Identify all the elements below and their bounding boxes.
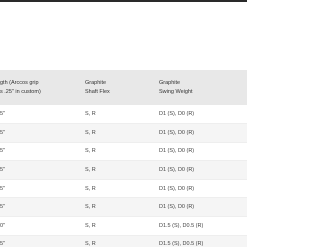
cell-length: 5" (0, 111, 6, 118)
cell-shaft-flex: S, R (85, 148, 96, 155)
cell-swing-weight: D1.5 (S), D0.5 (R) (159, 241, 204, 247)
cell-shaft-flex: S, R (85, 111, 96, 118)
cell-shaft-flex: S, R (85, 204, 96, 211)
header-shaft-flex-line2: Shaft Flex (85, 88, 110, 95)
cell-length: 5" (0, 129, 6, 136)
cell-swing-weight: D1.5 (S), D0.5 (R) (159, 222, 204, 229)
cell-length: 5" (0, 204, 6, 211)
cell-swing-weight: D1 (S), D0 (R) (159, 185, 195, 192)
header-swing-weight-line1: Graphite (159, 79, 181, 86)
top-border (0, 0, 247, 2)
header-length: gth (Arccos grip s .25" in custom) (0, 70, 85, 105)
header-shaft-flex: Graphite Shaft Flex (85, 70, 159, 105)
cell-shaft-flex: S, R (85, 185, 96, 192)
table-header-row: gth (Arccos grip s .25" in custom) Graph… (0, 70, 247, 105)
header-swing-weight: Graphite Swing Weight (159, 70, 247, 105)
table-row: 5" S, R D1 (S), D0 (R) (0, 123, 247, 143)
cell-length: 5" (0, 185, 6, 192)
cell-length: 5" (0, 148, 6, 155)
table-row: 5" S, R D1 (S), D0 (R) (0, 105, 247, 124)
cell-swing-weight: D1 (S), D0 (R) (159, 129, 195, 136)
cell-length: 5" (0, 241, 6, 247)
cell-length: 5" (0, 167, 6, 174)
table-row: 5" S, R D1.5 (S), D0.5 (R) (0, 235, 247, 247)
cell-swing-weight: D1 (S), D0 (R) (159, 204, 195, 211)
header-length-line2: s .25" in custom) (0, 88, 41, 95)
header-shaft-flex-line1: Graphite (85, 79, 107, 86)
cell-shaft-flex: S, R (85, 222, 96, 229)
cell-swing-weight: D1 (S), D0 (R) (159, 148, 195, 155)
table-row: 0" S, R D1.5 (S), D0.5 (R) (0, 217, 247, 236)
table-row: 5" S, R D1 (S), D0 (R) (0, 160, 247, 180)
cell-length: 0" (0, 222, 6, 229)
table-row: 5" S, R D1 (S), D0 (R) (0, 179, 247, 198)
header-length-line1: gth (Arccos grip (0, 79, 39, 86)
cell-shaft-flex: S, R (85, 167, 96, 174)
cell-swing-weight: D1 (S), D0 (R) (159, 167, 195, 174)
specs-table: gth (Arccos grip s .25" in custom) Graph… (0, 70, 247, 247)
table-row: 5" S, R D1 (S), D0 (R) (0, 197, 247, 217)
header-swing-weight-line2: Swing Weight (159, 88, 193, 95)
cell-swing-weight: D1 (S), D0 (R) (159, 111, 195, 118)
cell-shaft-flex: S, R (85, 241, 96, 247)
page: gth (Arccos grip s .25" in custom) Graph… (0, 0, 247, 247)
table-row: 5" S, R D1 (S), D0 (R) (0, 142, 247, 161)
cell-shaft-flex: S, R (85, 129, 96, 136)
